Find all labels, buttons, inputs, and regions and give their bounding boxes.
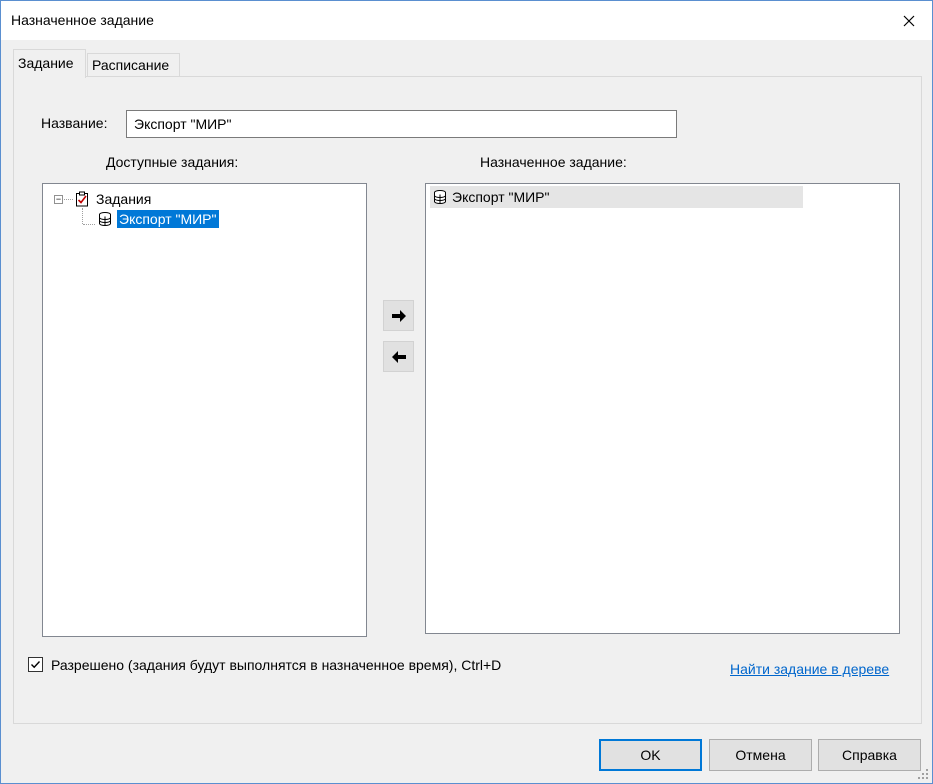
find-in-tree-link[interactable]: Найти задание в дереве [730, 661, 889, 677]
window-title: Назначенное задание [11, 12, 154, 28]
tab-schedule-label: Расписание [92, 57, 170, 73]
enabled-checkbox[interactable] [28, 657, 43, 672]
resize-grip-icon[interactable] [918, 769, 928, 779]
name-input[interactable] [126, 110, 677, 138]
assigned-task-header: Назначенное задание: [480, 154, 627, 170]
name-label: Название: [41, 115, 108, 131]
tree-node-export-mir[interactable]: Экспорт "МИР" [97, 209, 219, 229]
dialog-window: Назначенное задание Задание Расписание Н… [0, 0, 933, 784]
checkmark-icon [31, 661, 41, 669]
ok-button[interactable]: OK [599, 739, 702, 771]
help-button[interactable]: Справка [818, 739, 921, 771]
collapse-toggle[interactable]: − [54, 195, 63, 204]
assigned-item-label: Экспорт "МИР" [452, 189, 550, 205]
title-bar: Назначенное задание [1, 1, 932, 40]
tree-node-tasks[interactable]: Задания [74, 189, 151, 209]
tree-node-tasks-label: Задания [96, 191, 152, 207]
tree-node-export-mir-label: Экспорт "МИР" [117, 210, 219, 228]
available-tasks-tree[interactable]: − Задания Экспорт "МИР" [42, 183, 367, 637]
cancel-button[interactable]: Отмена [709, 739, 812, 771]
close-button[interactable] [886, 1, 932, 40]
move-right-button[interactable] [383, 300, 414, 331]
assigned-task-list[interactable]: Экспорт "МИР" [425, 183, 900, 634]
assigned-item-export-mir[interactable]: Экспорт "МИР" [432, 187, 550, 207]
arrow-right-icon [391, 309, 406, 322]
tab-schedule[interactable]: Расписание [87, 53, 180, 77]
database-icon [99, 212, 111, 226]
arrow-left-icon [391, 350, 406, 363]
database-icon [434, 190, 446, 204]
enabled-label[interactable]: Разрешено (задания будут выполнятся в на… [51, 657, 501, 673]
available-tasks-header: Доступные задания: [106, 154, 239, 170]
task-tab-panel: Название: Доступные задания: Назначенное… [13, 76, 922, 724]
move-left-button[interactable] [383, 341, 414, 372]
checklist-icon [76, 191, 88, 207]
close-icon [903, 15, 915, 26]
tab-task[interactable]: Задание [13, 49, 86, 78]
tab-task-label: Задание [18, 55, 74, 71]
